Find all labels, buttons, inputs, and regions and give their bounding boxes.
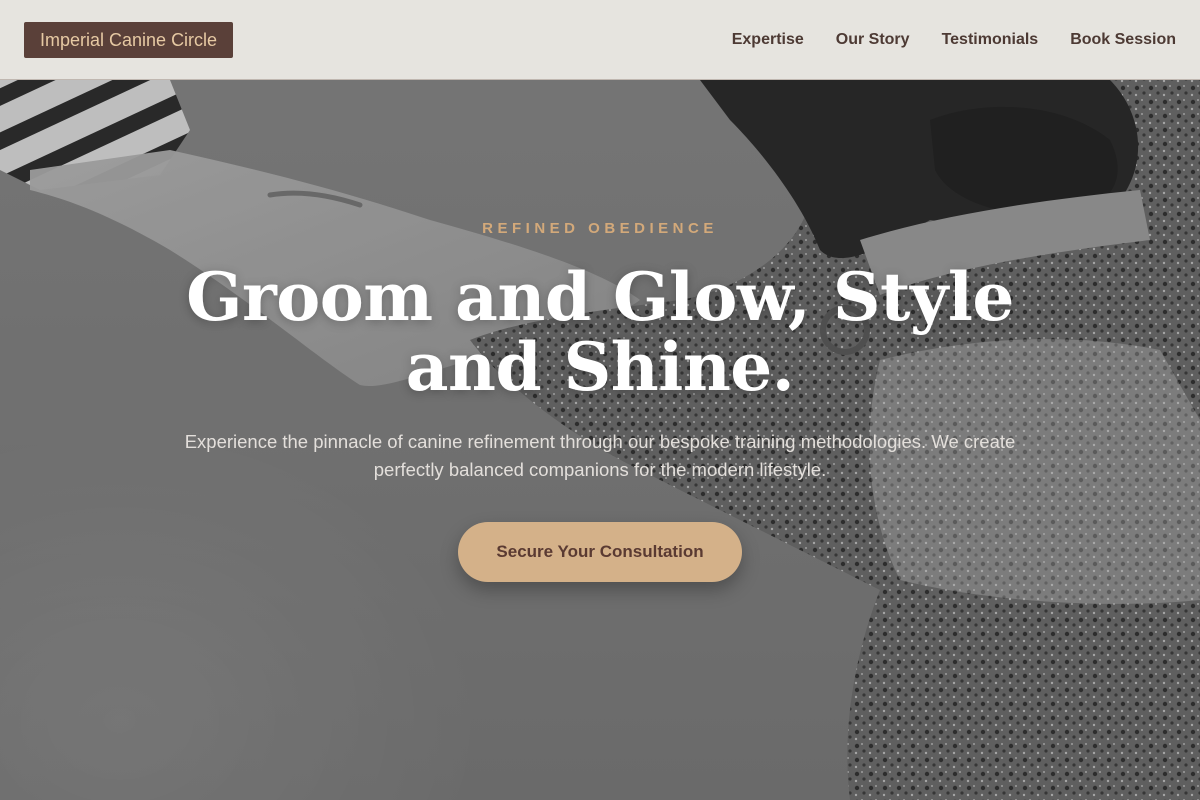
hero-eyebrow: REFINED OBEDIENCE xyxy=(482,220,718,237)
nav-link-testimonials[interactable]: Testimonials xyxy=(942,31,1039,49)
brand-logo[interactable]: Imperial Canine Circle xyxy=(24,22,234,58)
nav-link-expertise[interactable]: Expertise xyxy=(732,31,804,49)
nav-link-our-story[interactable]: Our Story xyxy=(836,31,910,49)
nav-link-book-session[interactable]: Book Session xyxy=(1070,31,1176,49)
hero-section: REFINED OBEDIENCE Groom and Glow, Style … xyxy=(0,0,1200,800)
top-navbar: Imperial Canine Circle Expertise Our Sto… xyxy=(0,0,1200,80)
hero-subtext: Experience the pinnacle of canine refine… xyxy=(184,431,1016,480)
landing-page: Imperial Canine Circle Expertise Our Sto… xyxy=(0,0,1200,800)
hero-headline: Groom and Glow, Style and Shine. xyxy=(186,258,1014,406)
secure-consultation-button[interactable]: Secure Your Consultation xyxy=(458,522,742,582)
primary-navigation: Expertise Our Story Testimonials Book Se… xyxy=(732,0,1176,80)
